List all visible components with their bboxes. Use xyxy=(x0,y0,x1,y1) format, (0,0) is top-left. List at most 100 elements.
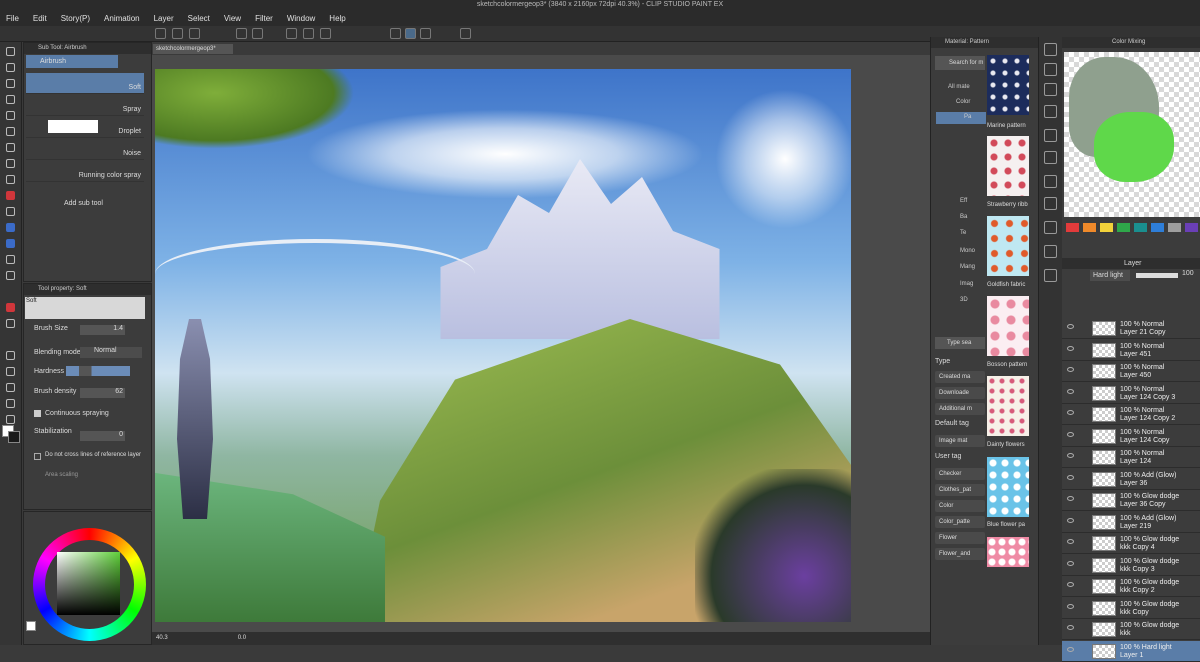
layer-opacity-value[interactable]: 100 xyxy=(1182,270,1194,277)
layer-row[interactable]: 100 % Normal Layer 21 Copy xyxy=(1062,318,1200,339)
tree-all-materials[interactable]: All mate xyxy=(948,84,970,90)
redo-icon[interactable] xyxy=(252,28,263,39)
swatch-yellow[interactable] xyxy=(1100,223,1113,232)
layer-row[interactable]: 100 % Normal Layer 124 xyxy=(1062,447,1200,468)
brush-tool-icon[interactable] xyxy=(3,204,18,218)
tree-texture[interactable]: Te xyxy=(960,230,966,236)
menu-window[interactable]: Window xyxy=(287,14,315,23)
undo-icon[interactable] xyxy=(236,28,247,39)
eraser-tool-icon[interactable] xyxy=(3,252,18,266)
material-thumb-pink[interactable] xyxy=(987,537,1029,567)
visibility-eye-icon[interactable] xyxy=(1067,582,1074,587)
visibility-eye-icon[interactable] xyxy=(1067,603,1074,609)
operation-tool-icon[interactable] xyxy=(3,76,18,90)
magic-wand-icon[interactable] xyxy=(3,140,18,154)
material-thumb-blueflower[interactable] xyxy=(987,457,1029,517)
visibility-eye-icon[interactable] xyxy=(1067,560,1074,566)
fill-tool-icon[interactable] xyxy=(3,300,18,314)
color-mixing-canvas[interactable] xyxy=(1064,52,1200,217)
clear-icon[interactable] xyxy=(286,28,297,39)
lasso-tool-icon[interactable] xyxy=(3,124,18,138)
swatch-red[interactable] xyxy=(1066,223,1079,232)
visibility-eye-icon[interactable] xyxy=(1067,517,1074,523)
visibility-eye-icon[interactable] xyxy=(1067,367,1074,372)
brush-density-value[interactable]: 62 xyxy=(80,388,125,398)
material-thumb-bosson[interactable] xyxy=(987,296,1029,356)
tree-pattern-selected[interactable]: Pa xyxy=(936,112,986,124)
visibility-eye-icon[interactable] xyxy=(1067,431,1074,437)
balloon-tool-icon[interactable] xyxy=(3,396,18,410)
no-cross-checkbox[interactable] xyxy=(34,453,41,460)
canvas-artwork[interactable] xyxy=(155,69,851,622)
airbrush-tool-icon[interactable] xyxy=(3,220,18,234)
visibility-eye-icon[interactable] xyxy=(1067,625,1074,630)
tree-effect[interactable]: Eff xyxy=(960,198,967,204)
pencil-tool-icon[interactable] xyxy=(3,188,18,202)
layer-row[interactable]: 100 % Glow dodge Layer 36 Copy xyxy=(1062,490,1200,511)
tag-color[interactable]: Color xyxy=(935,500,985,512)
layer-row[interactable]: 100 % Glow dodge kkk Copy xyxy=(1062,598,1200,619)
visibility-eye-icon[interactable] xyxy=(1067,345,1074,351)
material-thumb-goldfish[interactable] xyxy=(987,216,1029,276)
tree-background[interactable]: Ba xyxy=(960,214,967,220)
tree-monochrome[interactable]: Mono xyxy=(960,248,975,254)
tag-downloaded[interactable]: Downloade xyxy=(935,387,985,399)
info-icon[interactable] xyxy=(1044,83,1057,96)
layer-property-icon[interactable] xyxy=(1044,129,1057,142)
item-bank-icon[interactable] xyxy=(1044,197,1057,210)
subtool-noise[interactable]: Noise xyxy=(26,139,144,160)
layer-row[interactable]: 100 % Normal Layer 450 xyxy=(1062,361,1200,382)
visibility-eye-icon[interactable] xyxy=(1067,324,1074,329)
menu-filter[interactable]: Filter xyxy=(255,14,273,23)
layer-row[interactable]: 100 % Add (Glow) Layer 219 xyxy=(1062,512,1200,533)
material-thumb-strawberry[interactable] xyxy=(987,136,1029,196)
visibility-eye-icon[interactable] xyxy=(1067,646,1074,652)
search-layer-icon[interactable] xyxy=(1044,151,1057,164)
menu-file[interactable]: File xyxy=(6,14,19,23)
swatch-teal[interactable] xyxy=(1134,223,1147,232)
layer-row[interactable]: 100 % Normal Layer 124 Copy 2 xyxy=(1062,404,1200,425)
brush-size-value[interactable]: 1.4 xyxy=(80,325,125,335)
layer-blend-mode-select[interactable]: Hard light xyxy=(1090,270,1130,281)
layer-row[interactable]: 100 % Normal Layer 124 Copy xyxy=(1062,426,1200,447)
stabilization-value[interactable]: 0 xyxy=(80,431,125,441)
sub-color-swatch[interactable] xyxy=(8,431,20,443)
subtool-group-tab[interactable]: Airbrush xyxy=(26,55,118,68)
layer-row[interactable]: 100 % Add (Glow) Layer 36 xyxy=(1062,469,1200,490)
visibility-eye-icon[interactable] xyxy=(1067,388,1074,394)
tree-3d[interactable]: 3D xyxy=(960,297,968,303)
menu-edit[interactable]: Edit xyxy=(33,14,47,23)
visibility-eye-icon[interactable] xyxy=(1067,410,1074,415)
menu-story[interactable]: Story(P) xyxy=(61,14,90,23)
decoration-tool-icon[interactable] xyxy=(3,236,18,250)
material-thumb-marine[interactable] xyxy=(987,55,1029,115)
layer-row[interactable]: 100 % Normal Layer 124 Copy 3 xyxy=(1062,383,1200,404)
tag-clothes-pattern[interactable]: Clothes_pat xyxy=(935,484,985,496)
subtool-droplet[interactable]: Droplet xyxy=(26,117,144,138)
layer-row[interactable]: 100 % Glow dodge kkk xyxy=(1062,619,1200,640)
tree-image[interactable]: Imag xyxy=(960,281,973,287)
material-thumb-dainty[interactable] xyxy=(987,376,1029,436)
layer-row[interactable]: 100 % Glow dodge kkk Copy 3 xyxy=(1062,555,1200,576)
menu-animation[interactable]: Animation xyxy=(104,14,140,23)
color-set-icon[interactable] xyxy=(1044,221,1057,234)
layer-move-icon[interactable] xyxy=(3,92,18,106)
tag-checker[interactable]: Checker xyxy=(935,468,985,480)
tag-image-material[interactable]: Image mat xyxy=(935,435,985,447)
tag-flower[interactable]: Flower xyxy=(935,532,985,544)
position-value[interactable]: 0.0 xyxy=(238,635,246,641)
layer-row[interactable]: 100 % Hard light Layer 1 xyxy=(1062,640,1200,662)
menu-layer[interactable]: Layer xyxy=(154,14,174,23)
zoom-value[interactable]: 40.3 xyxy=(156,635,168,641)
visibility-eye-icon[interactable] xyxy=(1067,496,1074,501)
menu-select[interactable]: Select xyxy=(188,14,210,23)
open-icon[interactable] xyxy=(172,28,183,39)
snap-grid-icon[interactable] xyxy=(420,28,431,39)
intermediate-color-icon[interactable] xyxy=(1044,269,1057,282)
tree-manga[interactable]: Mang xyxy=(960,264,975,270)
frame-tool-icon[interactable] xyxy=(3,364,18,378)
fill-icon[interactable] xyxy=(303,28,314,39)
help-icon[interactable] xyxy=(460,28,471,39)
tag-flower-and[interactable]: Flower_and xyxy=(935,548,985,560)
layer-opacity-slider[interactable] xyxy=(1136,273,1178,278)
